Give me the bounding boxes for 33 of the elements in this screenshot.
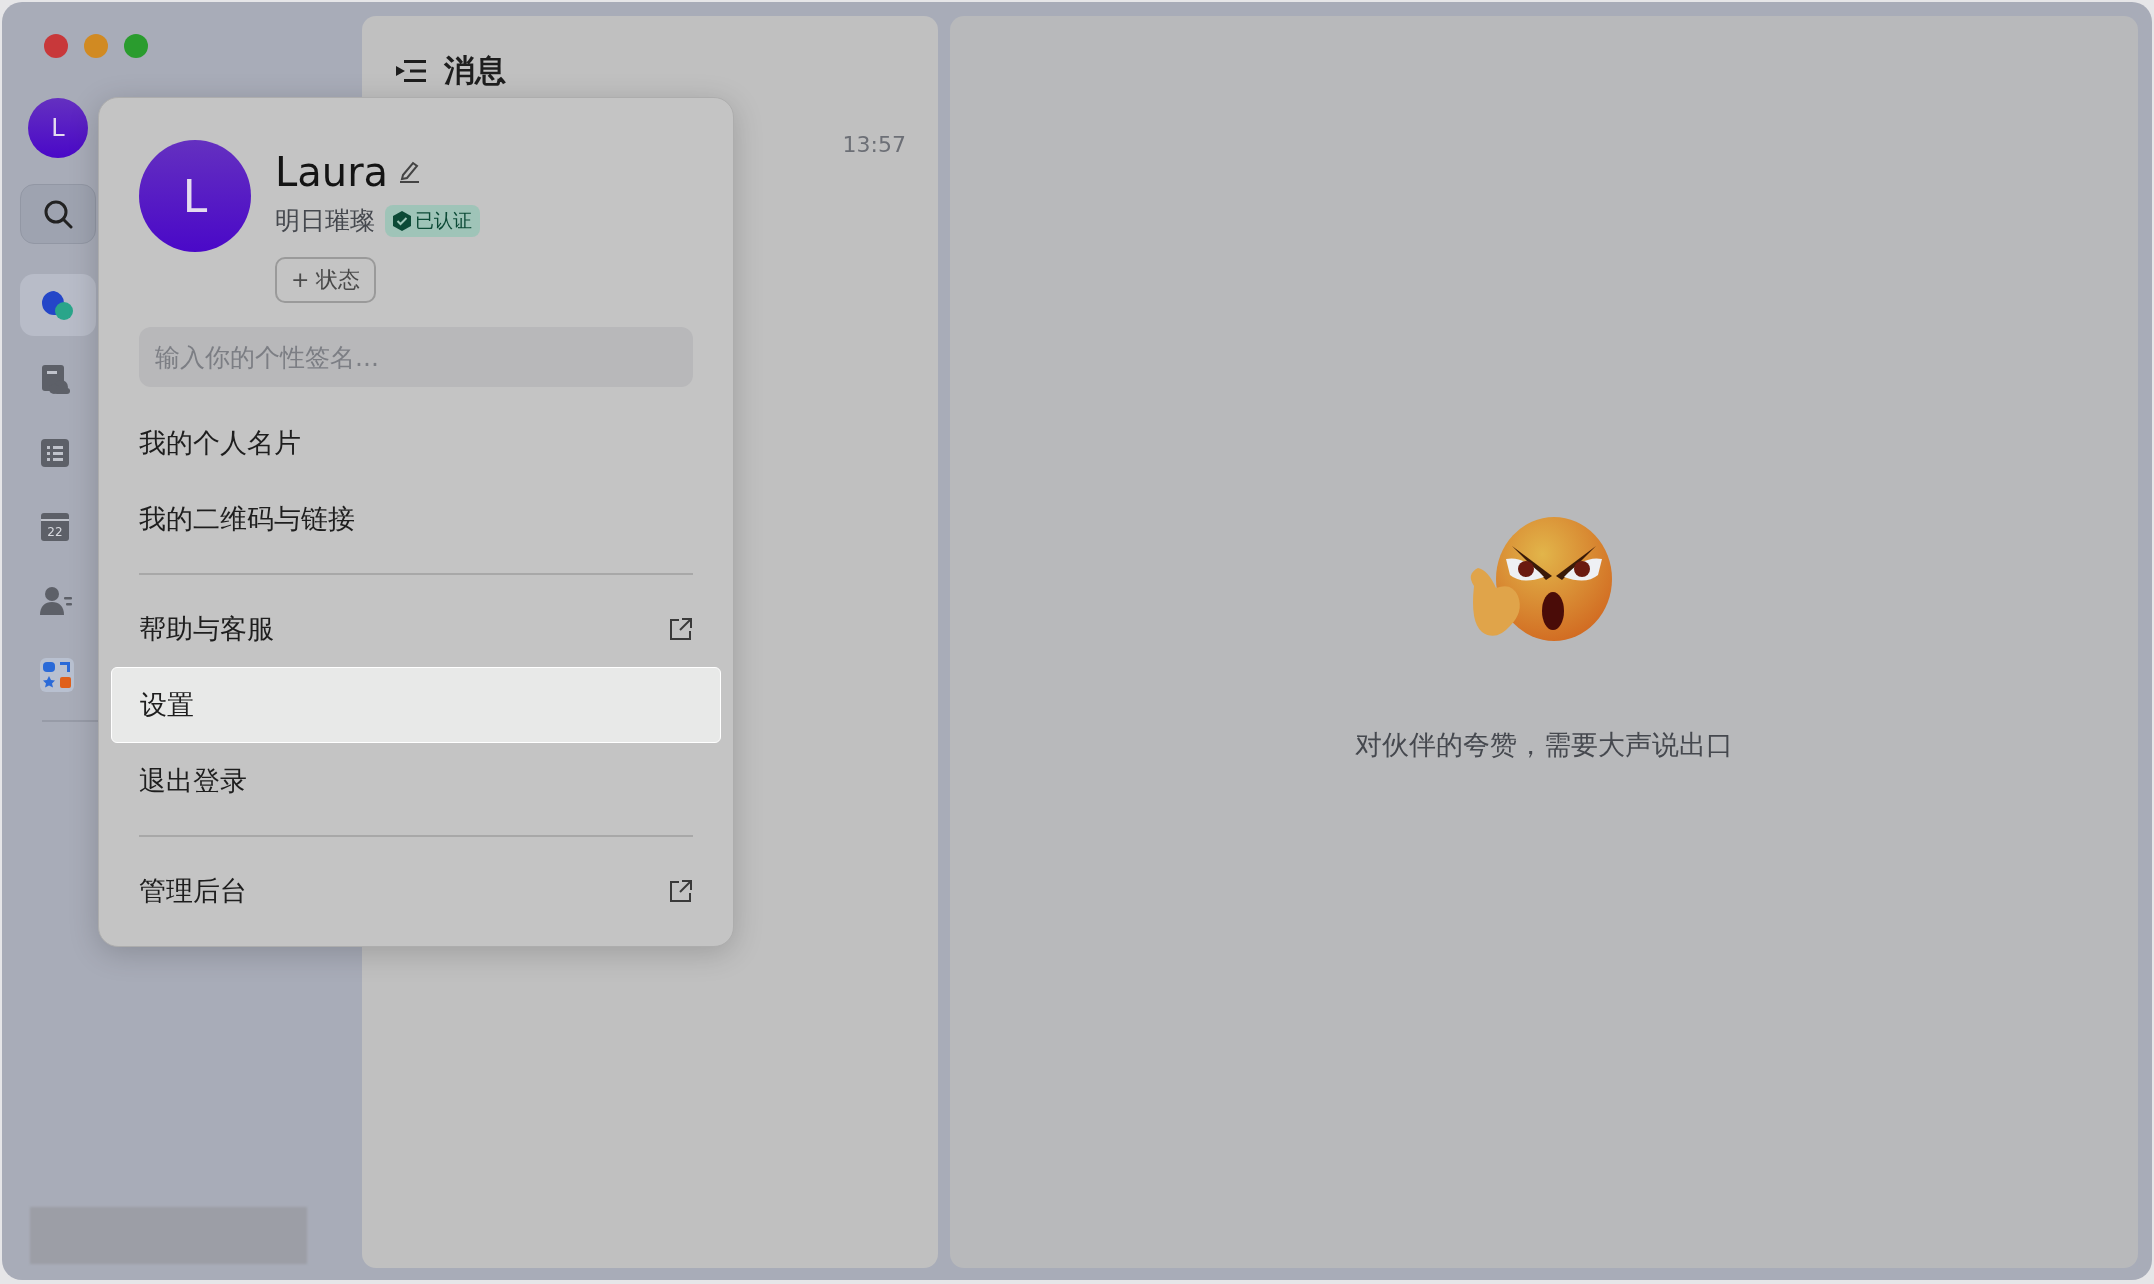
list-toggle-icon (396, 59, 426, 83)
message-time: 13:57 (842, 132, 906, 157)
signature-field[interactable]: 输入你的个性签名... (139, 327, 693, 387)
calendar-icon: 22 (40, 512, 70, 542)
chat-icon (40, 289, 74, 321)
panel-title: 消息 (444, 51, 506, 90)
apps-icon (40, 658, 74, 692)
verified-badge: 已认证 (385, 204, 480, 237)
nav-item[interactable]: 22 (20, 496, 96, 558)
menu-item[interactable]: 我的二维码与链接 (139, 481, 693, 557)
avatar[interactable]: L (139, 140, 251, 252)
organization-name: 明日璀璨 (275, 205, 375, 237)
window-control-button[interactable] (44, 34, 68, 58)
contacts-icon (40, 586, 74, 616)
edit-icon[interactable] (398, 160, 421, 184)
external-link-icon (669, 617, 693, 641)
menu-item[interactable]: 管理后台 (139, 853, 693, 929)
menu-item[interactable]: 我的个人名片 (139, 405, 693, 481)
search-field[interactable] (20, 184, 96, 244)
document-cloud-icon (40, 363, 72, 395)
nav-item[interactable] (20, 274, 96, 336)
window-control-button[interactable] (124, 34, 148, 58)
avatar[interactable]: L (28, 98, 88, 158)
list-icon (40, 438, 70, 468)
empty-state-text: 对伙伴的夸赞，需要大声说出口 (1355, 728, 1733, 762)
menu-item[interactable]: 设置 (111, 667, 721, 743)
user-name: Laura (275, 148, 389, 196)
search-icon (43, 199, 73, 229)
menu-item[interactable]: 帮助与客服 (139, 591, 693, 667)
menu-item[interactable]: 退出登录 (139, 743, 693, 819)
shield-check-icon (393, 210, 411, 231)
external-link-icon (669, 879, 693, 903)
status-button[interactable]: + 状态 (275, 257, 377, 303)
